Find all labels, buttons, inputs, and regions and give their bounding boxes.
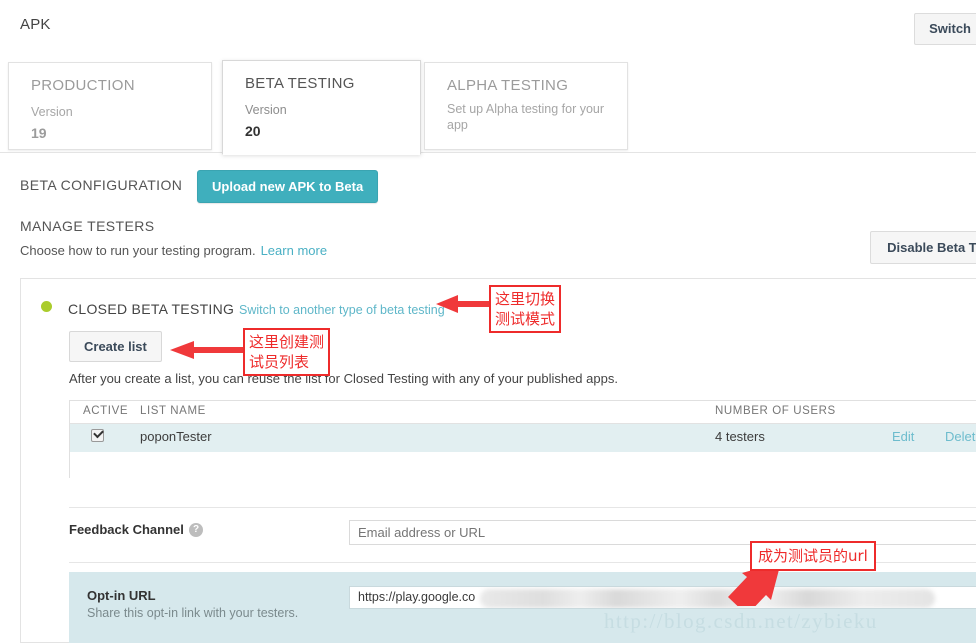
column-header-active: ACTIVE <box>83 405 129 417</box>
optin-url-value: https://play.google.co <box>358 590 476 604</box>
tab-production[interactable]: PRODUCTION Version 19 <box>8 62 212 150</box>
feedback-channel-top-divider <box>69 507 976 508</box>
switch-beta-type-link[interactable]: Switch to another type of beta testing <box>239 303 445 317</box>
annotation-create-list: 这里创建测 试员列表 <box>243 328 331 376</box>
disable-beta-testing-button[interactable]: Disable Beta Te <box>870 231 976 264</box>
tab-production-name: PRODUCTION <box>31 77 135 94</box>
tab-beta-testing[interactable]: BETA TESTING Version 20 <box>222 60 421 155</box>
choose-text: Choose how to run your testing program. <box>20 243 256 258</box>
closed-beta-testing-title: CLOSED BETA TESTING <box>68 301 235 317</box>
help-icon[interactable]: ? <box>189 523 203 537</box>
tab-production-version: 19 <box>31 125 47 141</box>
table-empty-row <box>70 452 976 478</box>
tab-beta-version: 20 <box>245 123 261 139</box>
testers-table: ACTIVE LIST NAME NUMBER OF USERS poponTe… <box>69 400 976 478</box>
learn-more-link[interactable]: Learn more <box>261 243 327 258</box>
redacted-url-blur <box>480 589 935 608</box>
release-track-tabs: PRODUCTION Version 19 BETA TESTING Versi… <box>0 60 976 155</box>
beta-configuration-heading: BETA CONFIGURATION <box>20 177 183 193</box>
tab-alpha-name: ALPHA TESTING <box>447 77 569 94</box>
annotation-optin-url: 成为测试员的url <box>750 541 876 571</box>
page-title: APK <box>20 16 51 33</box>
tab-alpha-testing[interactable]: ALPHA TESTING Set up Alpha testing for y… <box>424 62 628 150</box>
switch-button[interactable]: Switch <box>914 13 976 45</box>
optin-url-subtitle: Share this opt-in link with your testers… <box>87 606 299 620</box>
tab-alpha-sub: Set up Alpha testing for your app <box>447 102 605 132</box>
feedback-channel-label: Feedback Channel <box>69 522 184 537</box>
tab-beta-name: BETA TESTING <box>245 75 355 92</box>
column-header-list-name: LIST NAME <box>140 405 206 417</box>
column-header-number-of-users: NUMBER OF USERS <box>715 405 836 417</box>
table-header-row: ACTIVE LIST NAME NUMBER OF USERS <box>70 401 976 424</box>
cell-number-of-users: 4 testers <box>715 429 765 444</box>
cell-list-name: poponTester <box>140 429 212 444</box>
optin-url-title: Opt-in URL <box>87 588 156 603</box>
manage-testers-description: Choose how to run your testing program. L… <box>20 243 327 258</box>
table-row[interactable]: poponTester 4 testers Edit Delet <box>70 424 976 452</box>
delete-list-link[interactable]: Delet <box>945 429 975 444</box>
tab-beta-sub: Version <box>245 103 287 117</box>
status-dot-icon <box>41 301 52 312</box>
upload-new-apk-button[interactable]: Upload new APK to Beta <box>197 170 379 203</box>
tab-production-sub: Version <box>31 105 73 119</box>
row-active-checkbox[interactable] <box>91 429 104 442</box>
tabs-baseline-divider <box>0 152 976 153</box>
optin-url-section: Opt-in URL Share this opt-in link with y… <box>69 572 976 643</box>
create-list-button[interactable]: Create list <box>69 331 162 362</box>
edit-list-link[interactable]: Edit <box>892 429 914 444</box>
manage-testers-heading: MANAGE TESTERS <box>20 218 155 234</box>
annotation-switch-mode: 这里切换 测试模式 <box>489 285 562 333</box>
optin-url-field[interactable]: https://play.google.co <box>349 586 976 609</box>
create-list-helper-text: After you create a list, you can reuse t… <box>69 371 618 386</box>
feedback-channel-input[interactable] <box>349 520 976 545</box>
